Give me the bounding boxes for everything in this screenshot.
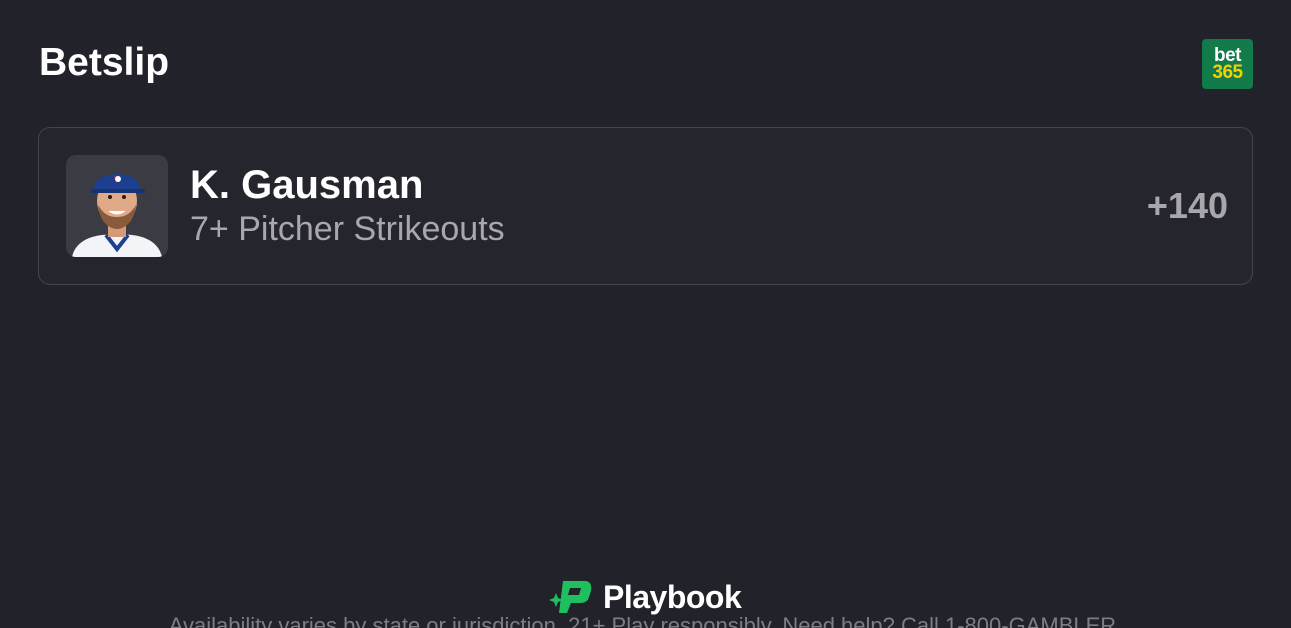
bet-card[interactable]: K. Gausman 7+ Pitcher Strikeouts +140: [38, 127, 1253, 285]
playbook-logo: Playbook: [549, 578, 742, 616]
bet-odds: +140: [1146, 185, 1228, 226]
bet365-logo: bet 365: [1202, 39, 1253, 89]
responsible-gaming-disclaimer: Availability varies by state or jurisdic…: [168, 613, 1123, 628]
player-avatar: [66, 155, 168, 257]
betslip-page: Betslip bet 365 K. Gausman 7+ Pitcher St…: [0, 0, 1291, 628]
player-headshot-icon: [66, 155, 168, 257]
player-name: K. Gausman: [190, 163, 424, 207]
playbook-icon: [549, 581, 592, 613]
playbook-wordmark: Playbook: [603, 578, 742, 615]
page-title: Betslip: [39, 41, 170, 84]
brand-logo-line2: 365: [1212, 62, 1243, 83]
bet-market: 7+ Pitcher Strikeouts: [190, 210, 505, 248]
